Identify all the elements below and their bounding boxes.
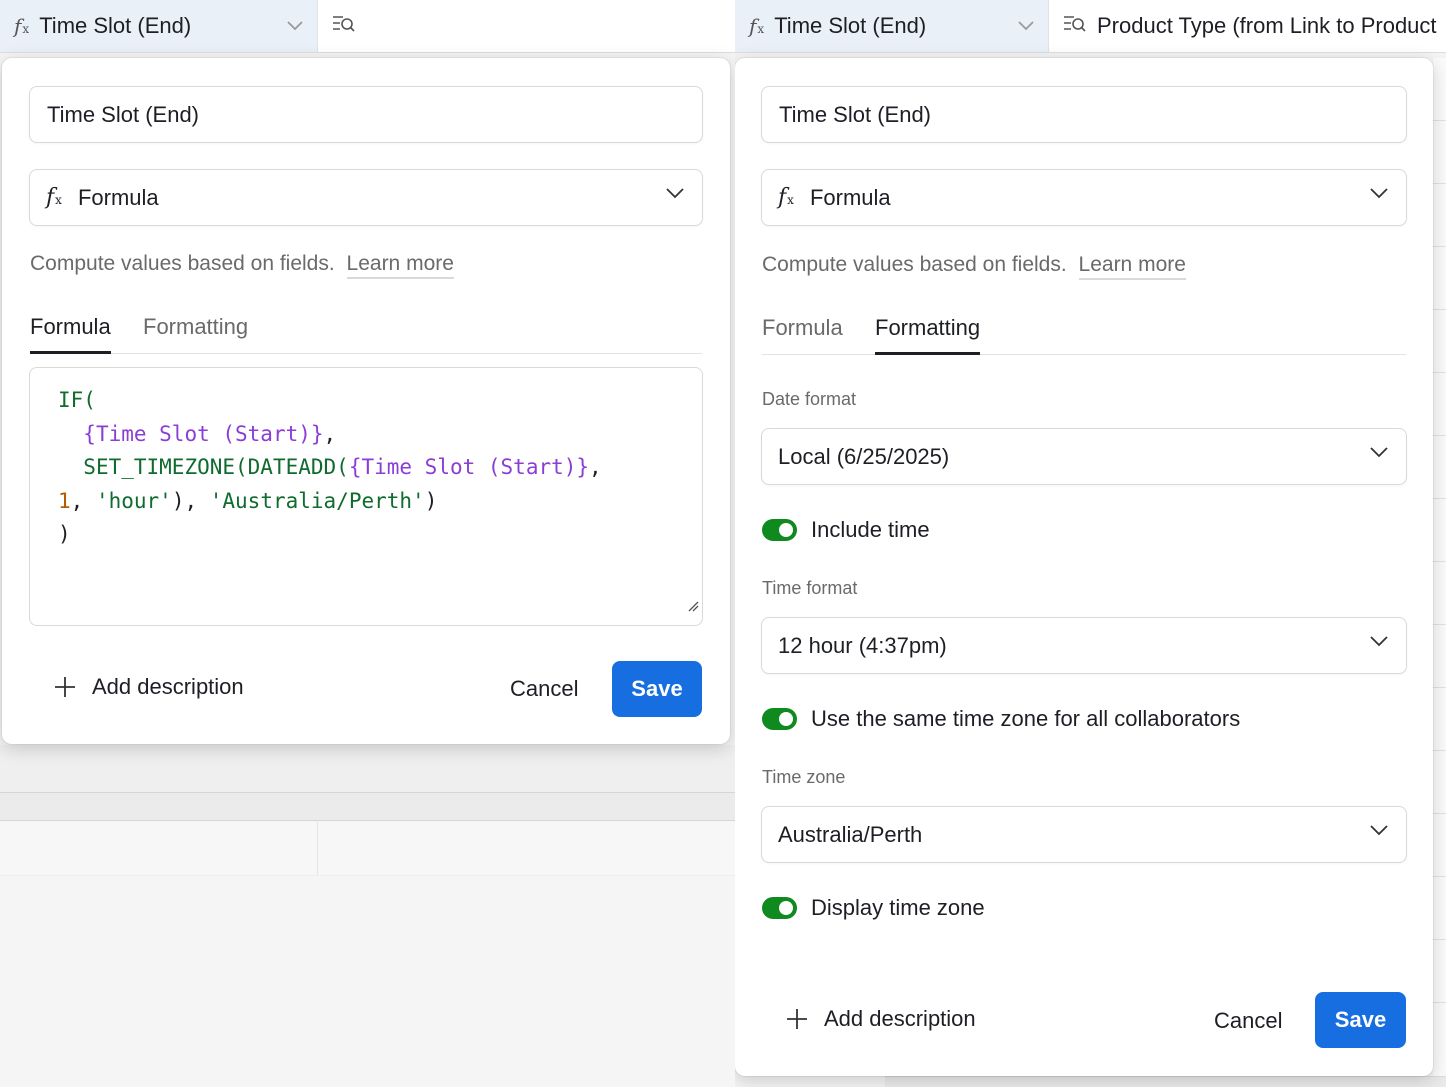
- time-format-value: 12 hour (4:37pm): [778, 632, 947, 658]
- tab-bar: Formula Formatting: [762, 315, 1406, 355]
- display-timezone-toggle[interactable]: [762, 897, 797, 919]
- helper-text-body: Compute values based on fields.: [30, 252, 335, 275]
- grid-row: [0, 822, 735, 876]
- add-description-button[interactable]: Add description: [786, 1006, 976, 1032]
- resize-handle-icon[interactable]: [687, 589, 699, 623]
- code-token: ,: [70, 488, 96, 513]
- code-token: 'hour': [95, 488, 172, 513]
- column-header-lookup[interactable]: [318, 0, 735, 52]
- code-token: ),: [171, 488, 210, 513]
- learn-more-link[interactable]: Learn more: [1078, 253, 1186, 280]
- tab-formula[interactable]: Formula: [762, 315, 843, 355]
- field-type-select[interactable]: fx Formula: [29, 169, 703, 226]
- date-format-label: Date format: [762, 389, 857, 409]
- display-timezone-row: Display time zone: [762, 895, 985, 921]
- date-format-value: Local (6/25/2025): [778, 443, 950, 469]
- add-description-label: Add description: [92, 674, 244, 699]
- left-screen: fx Time Slot (End) Time Slot (End) fx Fo…: [0, 0, 735, 1087]
- chevron-down-icon: [1370, 188, 1388, 199]
- formula-icon: fx: [778, 185, 794, 210]
- field-config-dialog: Time Slot (End) fx Formula Compute value…: [735, 58, 1433, 1076]
- field-type-select[interactable]: fx Formula: [761, 169, 1407, 226]
- formula-icon: fx: [749, 14, 765, 38]
- field-name-input[interactable]: Time Slot (End): [29, 86, 703, 143]
- cancel-button[interactable]: Cancel: [510, 676, 578, 702]
- column-header-time-slot-end[interactable]: fx Time Slot (End): [0, 0, 318, 52]
- add-description-label: Add description: [824, 1006, 976, 1031]
- formula-editor[interactable]: IF( {Time Slot (Start)}, SET_TIMEZONE(DA…: [29, 367, 703, 626]
- include-time-row: Include time: [762, 517, 930, 543]
- time-zone-label: Time zone: [762, 767, 846, 787]
- learn-more-link[interactable]: Learn more: [346, 252, 454, 279]
- grid-row: [0, 793, 735, 821]
- code-token: SET_TIMEZONE(DATEADD(: [83, 455, 349, 479]
- column-header-time-slot-end[interactable]: fx Time Slot (End): [735, 0, 1049, 52]
- formula-icon: fx: [14, 14, 30, 38]
- chevron-down-icon: [666, 188, 684, 199]
- same-timezone-label: Use the same time zone for all collabora…: [811, 706, 1241, 731]
- grid-header: fx Time Slot (End) Product Type (from Li…: [735, 0, 1446, 53]
- cancel-button[interactable]: Cancel: [1214, 1008, 1282, 1034]
- chevron-down-icon[interactable]: [287, 21, 303, 31]
- grid-edge: [1433, 58, 1446, 1087]
- field-name-input[interactable]: Time Slot (End): [761, 86, 1407, 143]
- chevron-down-icon: [1370, 825, 1388, 836]
- lookup-icon: [332, 13, 356, 39]
- tab-formula[interactable]: Formula: [30, 314, 111, 354]
- field-type-label: Formula: [809, 184, 891, 210]
- code-token: {Time Slot (Start)}: [83, 421, 324, 446]
- include-time-toggle[interactable]: [762, 519, 797, 541]
- same-timezone-row: Use the same time zone for all collabora…: [762, 706, 1240, 732]
- tab-formatting[interactable]: Formatting: [875, 315, 981, 355]
- chevron-down-icon[interactable]: [1018, 21, 1034, 31]
- time-format-label: Time format: [762, 578, 858, 598]
- code-token: ): [424, 488, 438, 513]
- chevron-down-icon: [1370, 447, 1388, 458]
- grid-header: fx Time Slot (End): [0, 0, 735, 53]
- time-zone-select[interactable]: Australia/Perth: [761, 806, 1407, 863]
- lookup-icon: [1063, 13, 1087, 39]
- helper-text: Compute values based on fields. Learn mo…: [762, 253, 1186, 280]
- right-screen: fx Time Slot (End) Product Type (from Li…: [735, 0, 1446, 1087]
- tab-bar: Formula Formatting: [30, 314, 702, 354]
- code-token: ): [58, 522, 71, 546]
- column-header-label: Product Type (from Link to Product: [1097, 13, 1437, 38]
- same-timezone-toggle[interactable]: [762, 708, 797, 730]
- code-token: IF(: [58, 388, 96, 412]
- save-button[interactable]: Save: [1315, 992, 1406, 1048]
- helper-text: Compute values based on fields. Learn mo…: [30, 252, 454, 279]
- column-header-label: Time Slot (End): [39, 13, 192, 38]
- time-format-select[interactable]: 12 hour (4:37pm): [761, 617, 1407, 674]
- plus-icon: [54, 676, 76, 698]
- column-header-product-type[interactable]: Product Type (from Link to Product: [1049, 0, 1446, 52]
- tab-formatting[interactable]: Formatting: [143, 314, 248, 354]
- helper-text-body: Compute values based on fields.: [762, 253, 1067, 276]
- grid-row: [0, 745, 735, 793]
- time-zone-value: Australia/Perth: [778, 821, 923, 847]
- save-button[interactable]: Save: [612, 661, 702, 717]
- field-type-label: Formula: [77, 184, 159, 210]
- code-token: {Time Slot (Start)}: [348, 455, 590, 479]
- code-token: ,: [589, 455, 602, 479]
- include-time-label: Include time: [811, 517, 930, 542]
- column-header-label: Time Slot (End): [774, 13, 927, 38]
- plus-icon: [786, 1008, 808, 1030]
- date-format-select[interactable]: Local (6/25/2025): [761, 428, 1407, 485]
- grid-row: [885, 1076, 1446, 1087]
- field-config-dialog: Time Slot (End) fx Formula Compute value…: [2, 58, 730, 744]
- add-description-button[interactable]: Add description: [54, 674, 244, 700]
- display-timezone-label: Display time zone: [811, 895, 985, 920]
- code-token: 'Australia/Perth': [209, 488, 425, 513]
- code-token: ,: [323, 421, 337, 446]
- formula-icon: fx: [46, 185, 62, 210]
- chevron-down-icon: [1370, 636, 1388, 647]
- code-token: 1: [58, 488, 71, 513]
